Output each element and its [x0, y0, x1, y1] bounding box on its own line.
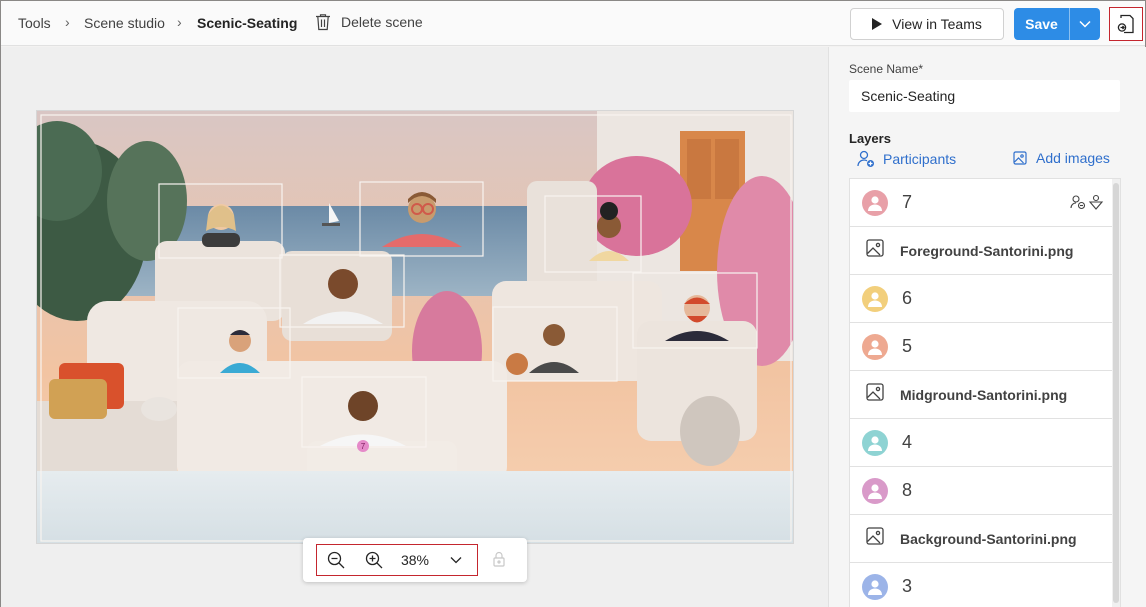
breadcrumb-scene-studio[interactable]: Scene studio — [84, 15, 165, 31]
zoom-in-icon — [365, 551, 383, 569]
trash-icon — [316, 14, 330, 31]
participant-avatar-icon — [862, 429, 888, 456]
zoom-toolbar: 38% — [303, 538, 527, 582]
add-images-link[interactable]: Add images — [1012, 150, 1110, 166]
breadcrumb-current-scene: Scenic-Seating — [197, 15, 298, 31]
scene-name-label: Scene Name* — [849, 62, 924, 76]
zoom-out-button[interactable] — [317, 545, 355, 575]
lock-icon — [493, 551, 505, 567]
layer-actions — [1070, 194, 1104, 215]
layer-item-participant[interactable]: 6 — [850, 275, 1112, 323]
zoom-controls: 38% — [316, 544, 478, 576]
layer-item-participant[interactable]: 3 — [850, 563, 1112, 607]
scene-name-input[interactable] — [849, 80, 1120, 112]
layers-heading: Layers — [849, 131, 891, 146]
chevron-right-icon: › — [65, 14, 70, 30]
scrollbar-thumb[interactable] — [1113, 183, 1119, 603]
layer-seat-number: 3 — [902, 576, 913, 596]
layer-item-participant[interactable]: 4 — [850, 419, 1112, 467]
layer-seat-number: 6 — [902, 288, 913, 308]
layer-file-name: Midground-Santorini.png — [900, 386, 1068, 403]
image-layer-icon — [862, 526, 900, 551]
zoom-dropdown-button[interactable] — [437, 545, 475, 575]
layer-seat-number: 8 — [902, 480, 913, 500]
properties-panel: Scene Name* Layers Participants Add imag… — [828, 47, 1146, 607]
image-layer-icon — [862, 238, 900, 263]
chevron-down-icon — [1079, 20, 1091, 28]
save-split-button: Save — [1014, 8, 1100, 40]
export-icon — [1117, 14, 1134, 34]
save-dropdown-button[interactable] — [1070, 8, 1100, 40]
participant-avatar-icon — [862, 189, 888, 216]
layer-file-name: Background-Santorini.png — [900, 530, 1077, 547]
participant-avatar-icon — [862, 477, 888, 504]
participant-avatar-icon — [862, 573, 888, 600]
participants-link-label: Participants — [883, 151, 957, 167]
participant-avatar-icon — [862, 333, 888, 360]
layer-seat-number: 4 — [902, 432, 913, 452]
layer-item-image[interactable]: Background-Santorini.png — [850, 515, 1112, 563]
scrollbar[interactable] — [1112, 179, 1120, 607]
add-participant-icon — [857, 150, 874, 167]
image-layer-icon — [862, 382, 900, 407]
seat-number-badge: 7 — [361, 442, 366, 451]
image-add-icon — [1013, 151, 1027, 165]
breadcrumb-tools[interactable]: Tools — [18, 15, 51, 31]
chevron-right-icon: › — [177, 14, 182, 30]
participants-link[interactable]: Participants — [857, 150, 956, 168]
add-images-link-label: Add images — [1036, 150, 1110, 166]
scene-canvas-area: 7 38% — [1, 47, 828, 607]
top-bar: Tools › Scene studio › Scenic-Seating De… — [1, 1, 1145, 46]
scene-illustration: 7 — [37, 111, 793, 543]
delete-scene-label: Delete scene — [341, 14, 423, 30]
participant-toggle-icon[interactable] — [1070, 194, 1086, 215]
scene-preview[interactable]: 7 — [36, 110, 794, 544]
layer-item-image[interactable]: Midground-Santorini.png — [850, 371, 1112, 419]
layer-seat-number: 7 — [902, 192, 913, 212]
zoom-level[interactable]: 38% — [393, 552, 437, 568]
participant-avatar-icon — [862, 285, 888, 312]
play-icon — [872, 18, 883, 30]
layer-item-image[interactable]: Foreground-Santorini.png — [850, 227, 1112, 275]
layer-list: 7 Foreground-Santorini.png 6 5 Midground-San… — [849, 178, 1121, 607]
zoom-in-button[interactable] — [355, 545, 393, 575]
zoom-out-icon — [327, 551, 345, 569]
save-button[interactable]: Save — [1014, 8, 1070, 40]
layer-item-participant[interactable]: 5 — [850, 323, 1112, 371]
view-in-teams-button[interactable]: View in Teams — [850, 8, 1004, 40]
layer-item-participant[interactable]: 7 — [850, 179, 1112, 227]
layer-item-participant[interactable]: 8 — [850, 467, 1112, 515]
view-in-teams-label: View in Teams — [892, 16, 982, 32]
delete-scene-button[interactable]: Delete scene — [315, 13, 423, 31]
layer-file-name: Foreground-Santorini.png — [900, 242, 1074, 259]
participant-move-icon[interactable] — [1088, 194, 1104, 215]
layer-seat-number: 5 — [902, 336, 913, 356]
chevron-down-icon — [450, 557, 462, 564]
export-button[interactable] — [1109, 7, 1143, 41]
lock-button[interactable] — [492, 551, 506, 572]
